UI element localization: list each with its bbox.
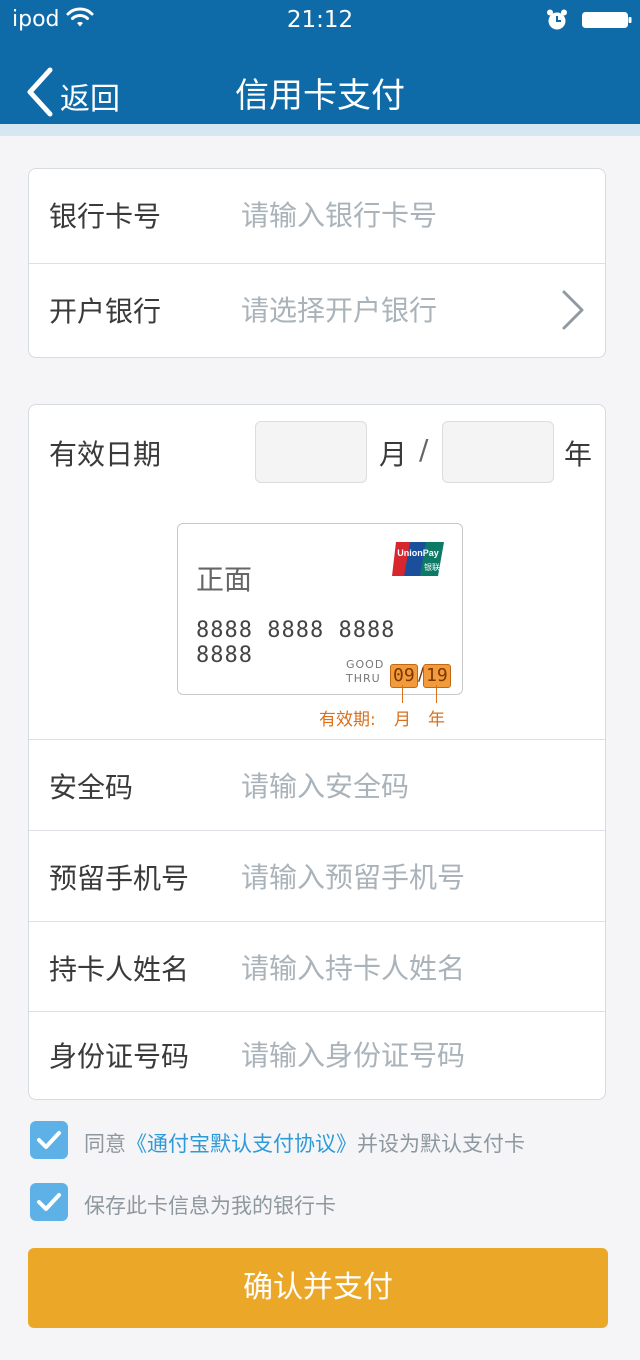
nav-bar: 返回 信用卡支付 — [0, 40, 640, 124]
card-front-illustration: UnionPay 银联 正面 8888 8888 8888 8888 GOOD … — [177, 523, 463, 695]
card-number-row: 银行卡号 — [29, 169, 605, 261]
confirm-pay-button[interactable]: 确认并支付 — [28, 1248, 608, 1328]
good-thru-line1: GOOD — [346, 658, 385, 671]
unionpay-logo-text: UnionPay — [397, 548, 439, 558]
agreement-suffix: 并设为默认支付卡 — [357, 1132, 525, 1156]
expiry-caption-prefix: 有效期: — [319, 710, 376, 730]
good-thru-label: GOOD THRU — [346, 658, 384, 686]
alarm-icon — [547, 9, 567, 30]
sample-exp-month: 09 — [390, 664, 418, 688]
holder-name-input[interactable] — [241, 940, 545, 996]
issuing-bank-label: 开户银行 — [49, 295, 162, 328]
holder-name-label: 持卡人姓名 — [49, 953, 190, 986]
checkmark-icon — [37, 1131, 61, 1149]
holder-name-row: 持卡人姓名 — [29, 922, 605, 1014]
expiry-month-unit: 月 — [379, 438, 408, 471]
bank-info-card: 银行卡号 开户银行 — [28, 168, 606, 358]
good-thru-line2: THRU — [346, 672, 381, 685]
year-pointer-line — [436, 685, 437, 703]
checkmark-icon — [37, 1193, 61, 1211]
card-number-label: 银行卡号 — [49, 200, 162, 233]
agreement-text: 同意《通付宝默认支付协议》并设为默认支付卡 — [84, 1128, 525, 1158]
expiry-separator: / — [419, 433, 429, 466]
header-shadow-strip — [0, 124, 640, 136]
page-title: 信用卡支付 — [235, 76, 405, 116]
save-card-checkbox[interactable] — [30, 1183, 68, 1221]
agreement-checkbox[interactable] — [30, 1121, 68, 1159]
card-sample-number: 8888 8888 8888 8888 — [196, 618, 396, 668]
month-pointer-line — [402, 685, 403, 703]
agreement-row: 同意《通付宝默认支付协议》并设为默认支付卡 — [30, 1121, 630, 1159]
save-card-row: 保存此卡信息为我的银行卡 — [30, 1183, 630, 1221]
security-code-label: 安全码 — [49, 771, 134, 804]
expiry-year-unit: 年 — [564, 438, 593, 471]
status-time: 21:12 — [286, 7, 354, 33]
agreement-link[interactable]: 《通付宝默认支付协议》 — [126, 1132, 357, 1156]
save-card-text: 保存此卡信息为我的银行卡 — [84, 1194, 336, 1218]
phone-input[interactable] — [241, 849, 545, 905]
id-number-input[interactable] — [241, 1027, 545, 1083]
security-code-row: 安全码 — [29, 740, 605, 832]
agreement-prefix: 同意 — [84, 1132, 126, 1156]
expiry-year-input[interactable] — [442, 421, 554, 483]
issuing-bank-select[interactable] — [241, 282, 545, 338]
expiry-label: 有效日期 — [49, 438, 162, 471]
card-details-card: 有效日期 月 / 年 UnionPay 银联 正面 8888 8888 8888… — [28, 404, 606, 1100]
chevron-right-icon — [562, 290, 584, 330]
issuing-bank-row[interactable]: 开户银行 — [29, 264, 605, 356]
unionpay-logo: UnionPay 银联 — [392, 542, 444, 576]
status-bar: ipod 21:12 — [0, 0, 640, 40]
expiry-caption-year: 年 — [428, 710, 445, 730]
phone-row: 预留手机号 — [29, 831, 605, 923]
phone-label: 预留手机号 — [49, 862, 190, 895]
card-side-label: 正面 — [196, 563, 253, 596]
expiry-month-input[interactable] — [255, 421, 367, 483]
id-number-label: 身份证号码 — [49, 1040, 190, 1073]
card-number-input[interactable] — [241, 187, 545, 243]
unionpay-logo-subtext: 银联 — [424, 562, 440, 572]
id-number-row: 身份证号码 — [29, 1009, 605, 1101]
expiry-caption-month: 月 — [394, 710, 411, 730]
battery-icon — [582, 12, 632, 28]
security-code-input[interactable] — [241, 758, 545, 814]
